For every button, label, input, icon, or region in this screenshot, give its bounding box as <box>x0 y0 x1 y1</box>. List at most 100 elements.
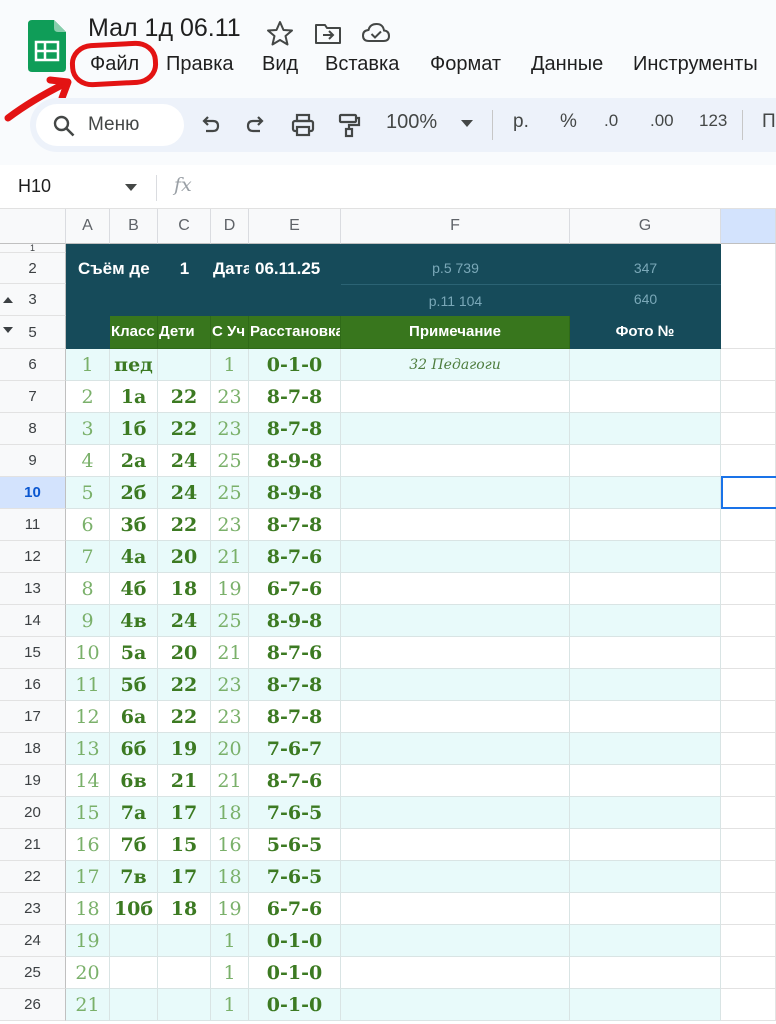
empty-cell-h[interactable] <box>721 381 776 413</box>
more-formats-button[interactable]: 123 <box>699 111 727 131</box>
note-cell[interactable] <box>341 893 570 925</box>
photo-cell[interactable] <box>570 861 721 893</box>
row-header[interactable]: 2 <box>0 253 66 284</box>
with-teacher-cell[interactable]: 18 <box>211 861 249 893</box>
empty-cell-h[interactable] <box>721 605 776 637</box>
row-header[interactable]: 25 <box>0 957 66 989</box>
note-cell[interactable] <box>341 861 570 893</box>
note-cell[interactable] <box>341 605 570 637</box>
row-number-cell[interactable]: 7 <box>66 541 110 573</box>
column-header-a[interactable]: A <box>66 209 110 244</box>
counter-cell[interactable]: 1 <box>158 253 211 284</box>
arrangement-cell[interactable]: 8-7-8 <box>249 669 341 701</box>
children-cell[interactable]: 17 <box>158 797 211 829</box>
class-cell[interactable]: 4в <box>110 605 158 637</box>
document-title[interactable]: Мал 1д 06.11 <box>88 14 241 43</box>
chevron-down-icon[interactable] <box>124 183 138 193</box>
menu-format[interactable]: Формат <box>430 53 501 76</box>
children-cell[interactable] <box>158 957 211 989</box>
with-teacher-cell[interactable]: 25 <box>211 477 249 509</box>
menu-view[interactable]: Вид <box>262 53 298 76</box>
with-teacher-cell[interactable]: 21 <box>211 765 249 797</box>
children-cell[interactable]: 22 <box>158 509 211 541</box>
cloud-saved-icon[interactable] <box>362 20 390 46</box>
with-teacher-cell[interactable]: 21 <box>211 541 249 573</box>
photo-cell[interactable] <box>570 445 721 477</box>
with-teacher-cell[interactable]: 19 <box>211 893 249 925</box>
children-header[interactable]: Дети <box>158 316 211 349</box>
note-cell[interactable] <box>341 765 570 797</box>
with-teacher-cell[interactable]: 1 <box>211 925 249 957</box>
with-teacher-header[interactable]: С Уч <box>211 316 249 349</box>
children-cell[interactable]: 17 <box>158 861 211 893</box>
note-cell[interactable]: 32 Педагоги <box>341 349 570 381</box>
photo-cell[interactable] <box>570 605 721 637</box>
arrangement-cell[interactable]: 7-6-5 <box>249 797 341 829</box>
date-value-cell[interactable]: 06.11.25 <box>249 253 341 284</box>
class-cell[interactable]: 10б <box>110 893 158 925</box>
selected-cell-h10[interactable] <box>721 476 776 509</box>
note-cell[interactable] <box>341 637 570 669</box>
column-header-e[interactable]: E <box>249 209 341 244</box>
date-label-cell[interactable]: Дата <box>211 253 249 284</box>
row-header[interactable]: 7 <box>0 381 66 413</box>
arrangement-cell[interactable]: 8-9-8 <box>249 445 341 477</box>
column-header-f[interactable]: F <box>341 209 570 244</box>
currency-format-button[interactable]: р. <box>513 111 529 133</box>
class-cell[interactable]: 4а <box>110 541 158 573</box>
row-number-cell[interactable]: 11 <box>66 669 110 701</box>
photo-cell[interactable] <box>570 381 721 413</box>
with-teacher-cell[interactable]: 25 <box>211 605 249 637</box>
class-cell[interactable]: 1б <box>110 413 158 445</box>
photo-cell[interactable] <box>570 509 721 541</box>
arrangement-header[interactable]: Расстановка <box>249 316 341 349</box>
class-cell[interactable]: 5а <box>110 637 158 669</box>
children-cell[interactable]: 20 <box>158 541 211 573</box>
row-header[interactable]: 20 <box>0 797 66 829</box>
note-cell[interactable] <box>341 733 570 765</box>
row-header[interactable]: 26 <box>0 989 66 1021</box>
note-cell[interactable] <box>341 925 570 957</box>
empty-cell-h[interactable] <box>721 829 776 861</box>
row-number-cell[interactable]: 5 <box>66 477 110 509</box>
empty-cell-h[interactable] <box>721 413 776 445</box>
menu-insert[interactable]: Вставка <box>325 53 399 76</box>
arrangement-cell[interactable]: 0-1-0 <box>249 957 341 989</box>
with-teacher-cell[interactable]: 20 <box>211 733 249 765</box>
collapse-rows-icon[interactable] <box>3 327 13 333</box>
with-teacher-cell[interactable]: 16 <box>211 829 249 861</box>
row-header[interactable]: 24 <box>0 925 66 957</box>
photo-cell[interactable] <box>570 477 721 509</box>
class-cell[interactable]: 1а <box>110 381 158 413</box>
children-cell[interactable]: 18 <box>158 893 211 925</box>
row-number-cell[interactable]: 13 <box>66 733 110 765</box>
row-header[interactable]: 14 <box>0 605 66 637</box>
arrangement-cell[interactable]: 8-7-8 <box>249 509 341 541</box>
row-number-cell[interactable]: 14 <box>66 765 110 797</box>
empty-cell-h[interactable] <box>721 349 776 381</box>
class-cell[interactable]: 2б <box>110 477 158 509</box>
photo-cell[interactable] <box>570 669 721 701</box>
price-small-cell[interactable]: р.5 739 <box>341 253 570 284</box>
class-cell[interactable]: 5б <box>110 669 158 701</box>
photo-cell[interactable] <box>570 349 721 381</box>
class-cell[interactable]: 6а <box>110 701 158 733</box>
row-header[interactable]: 18 <box>0 733 66 765</box>
class-cell[interactable]: 3б <box>110 509 158 541</box>
with-teacher-cell[interactable]: 25 <box>211 445 249 477</box>
empty-cell-h[interactable] <box>721 244 776 349</box>
empty-cell-h[interactable] <box>721 541 776 573</box>
menu-edit[interactable]: Правка <box>166 53 234 76</box>
row-header[interactable]: 10 <box>0 477 66 509</box>
chevron-down-icon[interactable] <box>460 119 474 129</box>
arrangement-cell[interactable]: 8-7-6 <box>249 637 341 669</box>
row-number-cell[interactable]: 18 <box>66 893 110 925</box>
row-header[interactable]: 13 <box>0 573 66 605</box>
count-small-cell[interactable]: 347 <box>570 253 721 284</box>
name-box[interactable]: H10 <box>18 176 51 197</box>
expand-rows-icon[interactable] <box>3 297 13 303</box>
row-header[interactable]: 22 <box>0 861 66 893</box>
row-header[interactable]: 16 <box>0 669 66 701</box>
decrease-decimal-button[interactable]: .0 <box>604 111 618 131</box>
row-header[interactable]: 8 <box>0 413 66 445</box>
